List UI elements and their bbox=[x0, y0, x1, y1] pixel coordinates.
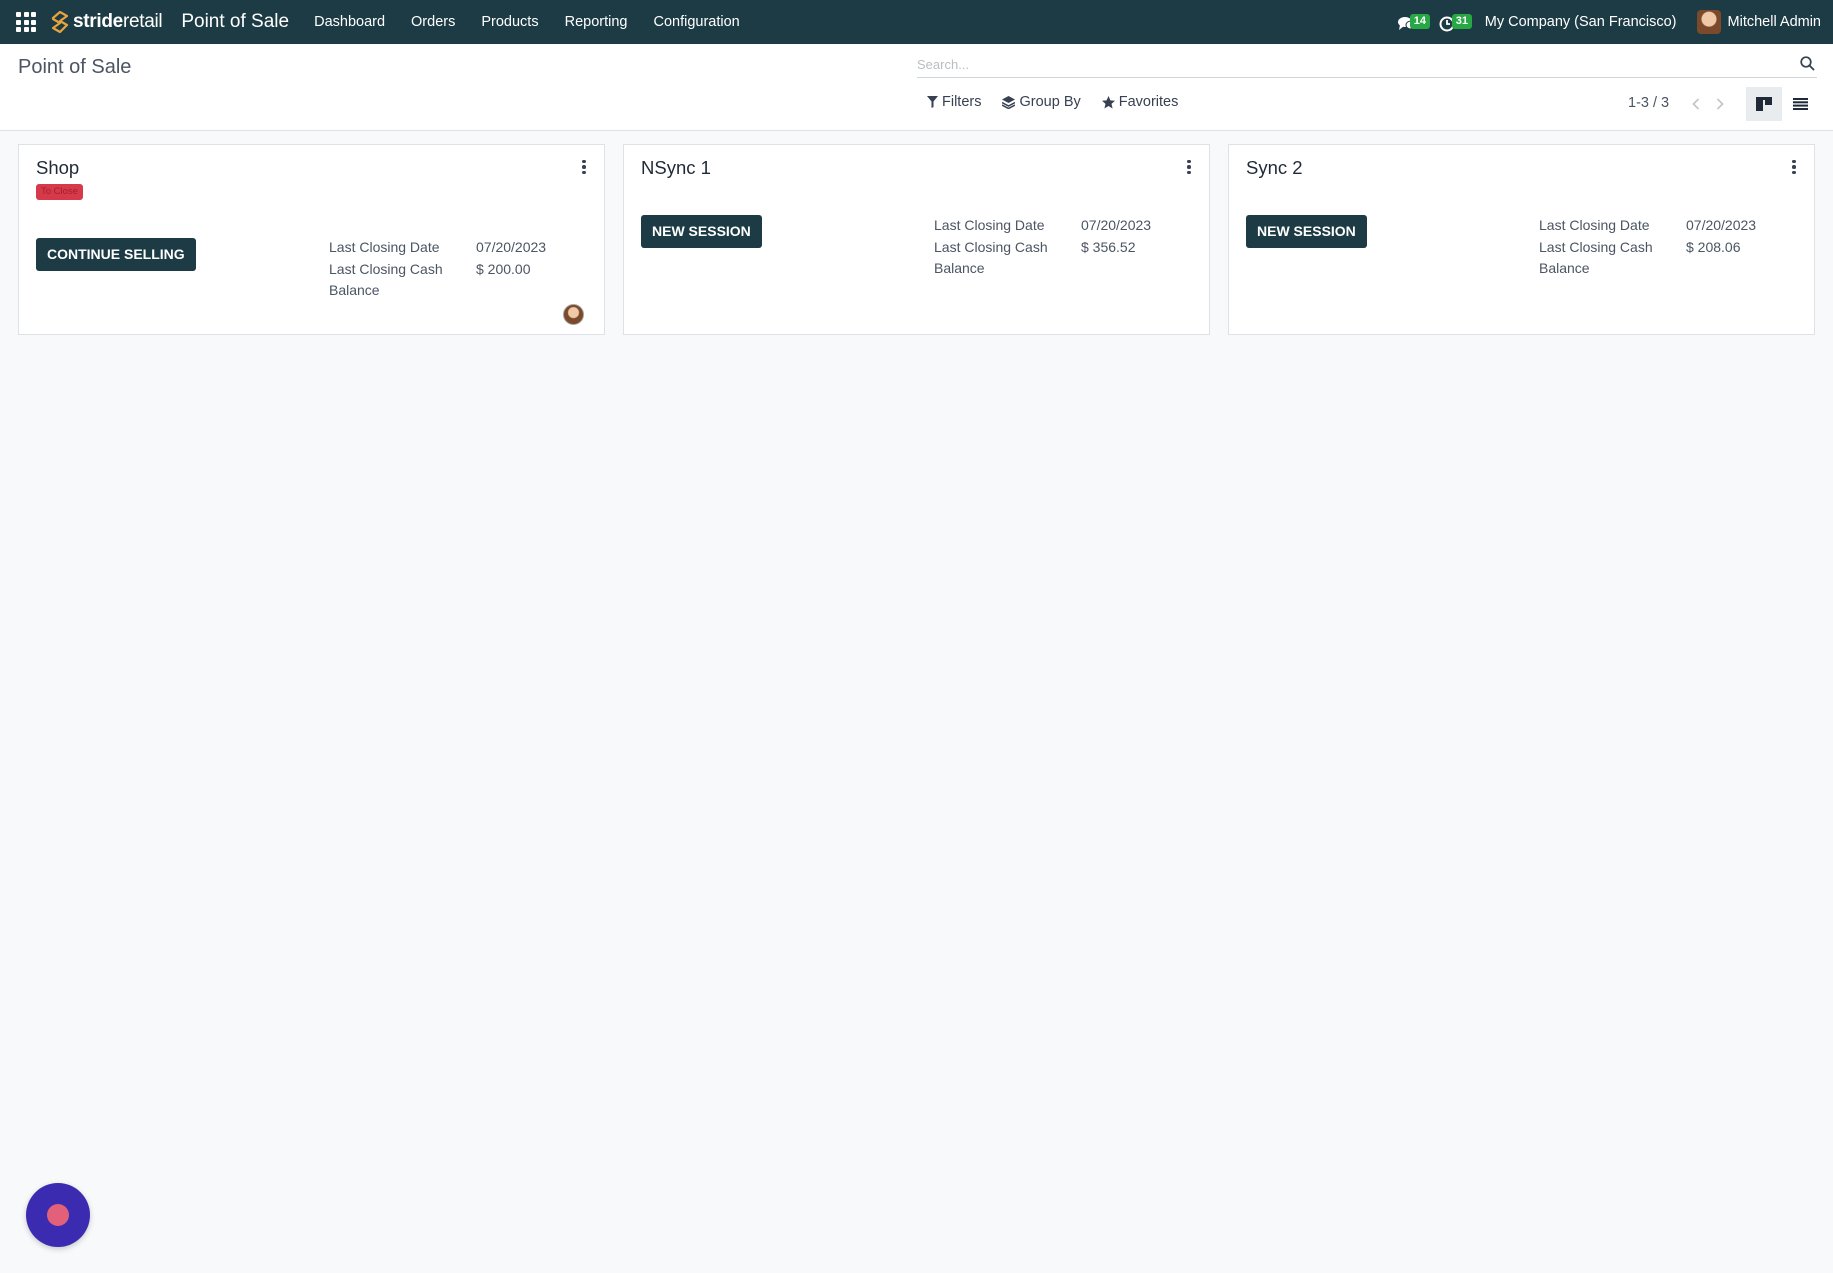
group-by-button[interactable]: Group By bbox=[1002, 94, 1081, 110]
top-navbar: strideretail Point of Sale Dashboard Ord… bbox=[0, 0, 1833, 44]
card-menu-icon[interactable] bbox=[1184, 158, 1194, 176]
activities-button[interactable]: 31 bbox=[1433, 7, 1472, 37]
main-menu: Dashboard Orders Products Reporting Conf… bbox=[301, 14, 753, 30]
last-closing-cash-value: $ 208.06 bbox=[1686, 238, 1741, 255]
pager-previous-button[interactable] bbox=[1684, 95, 1708, 113]
menu-orders[interactable]: Orders bbox=[398, 14, 468, 30]
pos-card-shop[interactable]: Shop To Close CONTINUE SELLING Last Clos… bbox=[18, 144, 605, 335]
brand-logo[interactable]: strideretail bbox=[50, 9, 163, 35]
kanban-icon bbox=[1756, 97, 1772, 111]
chevron-right-icon bbox=[1716, 98, 1724, 110]
view-switcher bbox=[1746, 87, 1818, 121]
pos-card-title[interactable]: Shop bbox=[36, 157, 79, 179]
last-closing-date-label: Last Closing Date bbox=[329, 239, 440, 255]
last-closing-date-value: 07/20/2023 bbox=[1081, 217, 1152, 233]
card-menu-icon[interactable] bbox=[579, 158, 589, 176]
closing-info: Last Closing Date 07/20/2023 Last Closin… bbox=[934, 215, 1151, 280]
pager-next-button[interactable] bbox=[1708, 95, 1732, 113]
brand-name: strideretail bbox=[73, 11, 163, 32]
group-by-label: Group By bbox=[1019, 94, 1081, 110]
user-name: Mitchell Admin bbox=[1727, 14, 1821, 30]
last-closing-date-value: 07/20/2023 bbox=[1686, 217, 1757, 233]
pager-value[interactable]: 1-3 / 3 bbox=[1628, 95, 1669, 111]
new-session-button[interactable]: NEW SESSION bbox=[641, 215, 762, 248]
last-closing-date-row: Last Closing Date 07/20/2023 bbox=[329, 237, 546, 259]
filter-icon bbox=[927, 96, 938, 108]
user-menu[interactable]: Mitchell Admin bbox=[1696, 10, 1821, 34]
last-closing-cash-row: Last Closing Cash Balance $ 200.00 bbox=[329, 259, 546, 302]
systray: 14 31 My Company (San Francisco) Mitchel… bbox=[1391, 0, 1833, 44]
search-bar bbox=[917, 52, 1817, 78]
menu-dashboard[interactable]: Dashboard bbox=[301, 14, 398, 30]
last-closing-cash-label: Last Closing Cash Balance bbox=[329, 260, 443, 299]
filters-label: Filters bbox=[942, 94, 982, 110]
last-closing-date-label: Last Closing Date bbox=[1539, 217, 1650, 233]
last-closing-cash-label: Last Closing Cash Balance bbox=[1539, 238, 1653, 277]
menu-products[interactable]: Products bbox=[468, 14, 551, 30]
closing-info: Last Closing Date 07/20/2023 Last Closin… bbox=[1539, 215, 1756, 280]
avatar[interactable] bbox=[563, 304, 584, 325]
messages-count: 14 bbox=[1409, 14, 1430, 29]
last-closing-date-value: 07/20/2023 bbox=[476, 239, 547, 255]
last-closing-cash-label: Last Closing Cash Balance bbox=[934, 238, 1048, 277]
filters-button[interactable]: Filters bbox=[927, 94, 981, 110]
company-switcher[interactable]: My Company (San Francisco) bbox=[1485, 14, 1677, 30]
app-grid-icon[interactable] bbox=[14, 10, 38, 34]
floating-widget-button[interactable] bbox=[26, 1183, 90, 1247]
favorites-button[interactable]: Favorites bbox=[1101, 94, 1179, 110]
last-closing-cash-value: $ 356.52 bbox=[1081, 238, 1136, 255]
page-title: Point of Sale bbox=[18, 56, 132, 78]
search-options: Filters Group By Favorites bbox=[927, 94, 1199, 110]
last-closing-cash-row: Last Closing Cash Balance $ 356.52 bbox=[934, 237, 1151, 280]
pager-navigation bbox=[1684, 95, 1732, 113]
list-icon bbox=[1792, 98, 1808, 110]
widget-dot-icon bbox=[47, 1204, 69, 1226]
star-icon bbox=[1101, 95, 1115, 108]
user-avatar bbox=[1696, 10, 1721, 34]
favorites-label: Favorites bbox=[1118, 94, 1179, 110]
kanban-view-button[interactable] bbox=[1746, 87, 1782, 121]
last-closing-cash-row: Last Closing Cash Balance $ 208.06 bbox=[1539, 237, 1756, 280]
pos-card-title[interactable]: NSync 1 bbox=[641, 157, 711, 179]
last-closing-date-row: Last Closing Date 07/20/2023 bbox=[1539, 215, 1756, 237]
search-input[interactable] bbox=[917, 52, 1777, 76]
new-session-button[interactable]: NEW SESSION bbox=[1246, 215, 1367, 248]
layers-icon bbox=[1002, 95, 1016, 109]
status-badge: To Close bbox=[36, 184, 83, 200]
stride-logo-icon bbox=[51, 10, 69, 34]
menu-configuration[interactable]: Configuration bbox=[640, 14, 752, 30]
last-closing-date-row: Last Closing Date 07/20/2023 bbox=[934, 215, 1151, 237]
list-view-button[interactable] bbox=[1782, 87, 1818, 121]
pos-card-title[interactable]: Sync 2 bbox=[1246, 157, 1303, 179]
activities-count: 31 bbox=[1451, 14, 1472, 29]
card-menu-icon[interactable] bbox=[1789, 158, 1799, 176]
control-panel: Point of Sale Filters Group By Favorites… bbox=[0, 44, 1833, 131]
pos-card-sync-2[interactable]: Sync 2 NEW SESSION Last Closing Date 07/… bbox=[1228, 144, 1815, 335]
search-icon[interactable] bbox=[1800, 56, 1815, 71]
chevron-left-icon bbox=[1692, 98, 1700, 110]
app-title[interactable]: Point of Sale bbox=[181, 11, 289, 33]
closing-info: Last Closing Date 07/20/2023 Last Closin… bbox=[329, 237, 546, 302]
pos-card-nsync-1[interactable]: NSync 1 NEW SESSION Last Closing Date 07… bbox=[623, 144, 1210, 335]
last-closing-cash-value: $ 200.00 bbox=[476, 260, 531, 277]
last-closing-date-label: Last Closing Date bbox=[934, 217, 1045, 233]
menu-reporting[interactable]: Reporting bbox=[552, 14, 641, 30]
messages-button[interactable]: 14 bbox=[1391, 7, 1430, 37]
continue-selling-button[interactable]: CONTINUE SELLING bbox=[36, 238, 196, 271]
